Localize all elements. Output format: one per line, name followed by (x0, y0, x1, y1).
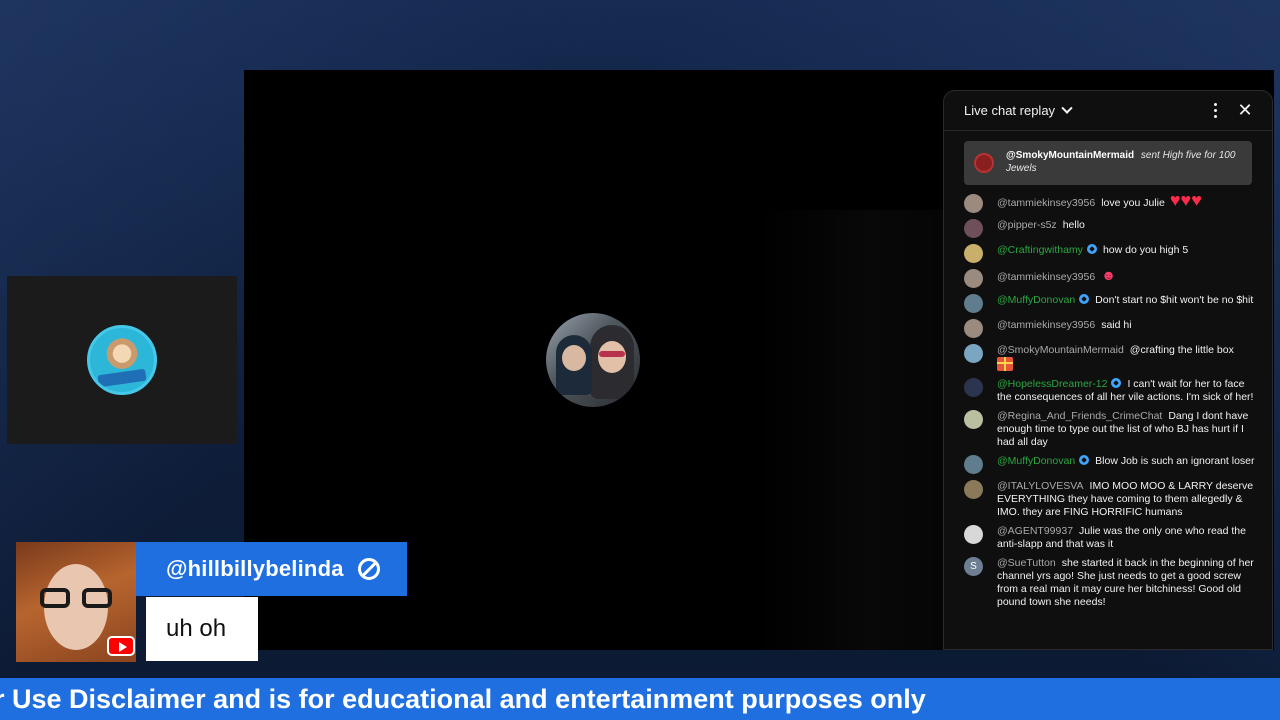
member-badge-icon (1111, 378, 1122, 388)
chat-message-text: said hi (1101, 319, 1132, 331)
chat-message[interactable]: @AGENT99937 Julie was the only one who re… (964, 522, 1260, 554)
chat-message-author[interactable]: @AGENT99937 (997, 525, 1073, 537)
chat-message-avatar[interactable] (964, 378, 983, 397)
chat-message[interactable]: @tammiekinsey3956 love you Julie ♥♥♥ (964, 191, 1260, 216)
chat-message-avatar[interactable] (964, 344, 983, 363)
chat-message-text: Blow Job is such an ignorant loser (1095, 455, 1255, 467)
chat-message-text: @crafting the little box (1129, 344, 1234, 356)
chat-message[interactable]: @MuffyDonovan Blow Job is such an ignoran… (964, 452, 1260, 477)
chat-message-avatar[interactable] (964, 410, 983, 429)
chat-message-avatar[interactable]: S (964, 557, 983, 576)
chat-message-author[interactable]: @SueTutton (997, 557, 1056, 569)
chat-message[interactable]: @MuffyDonovan Don't start no $hit won't b… (964, 291, 1260, 316)
ticker-text: r Use Disclaimer and is for educational … (0, 683, 926, 714)
chat-message-avatar[interactable] (964, 525, 983, 544)
paid-message-user[interactable]: @SmokyMountainMermaid (1006, 150, 1134, 161)
chat-message-author[interactable]: @MuffyDonovan (997, 294, 1075, 306)
chat-header: Live chat replay ✕ (944, 91, 1272, 131)
live-chat-panel: Live chat replay ✕ @SmokyMountainMermaid… (943, 90, 1273, 650)
chat-message-avatar[interactable] (964, 194, 983, 213)
chat-message-avatar[interactable] (964, 294, 983, 313)
chat-message-author[interactable]: @SmokyMountainMermaid (997, 344, 1124, 356)
member-badge-icon (1079, 455, 1090, 465)
chat-message-avatar[interactable] (964, 480, 983, 499)
chevron-down-icon (1061, 102, 1073, 114)
chat-message-avatar[interactable] (964, 319, 983, 338)
chat-message-author[interactable]: @tammiekinsey3956 (997, 197, 1095, 209)
chat-message-avatar[interactable] (964, 244, 983, 263)
chat-message-text: how do you high 5 (1102, 244, 1189, 256)
member-badge-icon (1086, 244, 1097, 254)
chat-message-avatar[interactable] (964, 269, 983, 288)
chat-message-author[interactable]: @tammiekinsey3956 (997, 271, 1095, 283)
chat-message-author[interactable]: @Regina_And_Friends_CrimeChat (997, 410, 1162, 422)
chat-message[interactable]: @SmokyMountainMermaid @crafting the littl… (964, 341, 1260, 375)
chat-message[interactable]: @Regina_And_Friends_CrimeChat Dang I dont… (964, 407, 1260, 452)
ban-icon (357, 558, 380, 580)
chat-message-list[interactable]: @tammiekinsey3956 love you Julie ♥♥♥ @pipp… (944, 191, 1272, 612)
gift-emoji-icon (997, 357, 1013, 371)
chat-more-button[interactable] (1200, 96, 1230, 126)
stage-glow (756, 210, 946, 650)
chat-message-text: love you Julie (1101, 197, 1165, 209)
chat-message-avatar[interactable] (964, 219, 983, 238)
member-badge-icon (1079, 294, 1090, 304)
close-icon: ✕ (1237, 100, 1253, 120)
chat-message-author[interactable]: @pipper-s5z (997, 219, 1057, 231)
lower-third-handle: @hillbillybelinda (136, 542, 407, 596)
chat-title-dropdown[interactable]: Live chat replay (964, 102, 1073, 118)
face-emoji-icon: ☻ (1101, 267, 1116, 283)
youtube-icon (107, 636, 135, 656)
chat-message[interactable]: @tammiekinsey3956 said hi (964, 316, 1260, 341)
chat-message[interactable]: @ITALYLOVESVA IMO MOO MOO & LARRY deserve… (964, 477, 1260, 522)
chat-message[interactable]: @HopelessDreamer-12 I can't wait for her … (964, 375, 1260, 407)
chat-message[interactable]: S @SueTutton she started it back in the be… (964, 554, 1260, 612)
paid-message-avatar (974, 153, 994, 173)
chat-message-text: hello (1062, 219, 1085, 231)
commenter-handle: @hillbillybelinda (166, 556, 344, 581)
chat-message-author[interactable]: @ITALYLOVESVA (997, 480, 1084, 492)
paid-message[interactable]: @SmokyMountainMermaid sent High five for… (964, 141, 1252, 185)
heart-emoji-icon: ♥♥♥ (1164, 190, 1202, 210)
chat-close-button[interactable]: ✕ (1230, 96, 1260, 126)
chat-message[interactable]: @pipper-s5z hello (964, 216, 1260, 241)
chat-title-label: Live chat replay (964, 103, 1056, 118)
chat-message-author[interactable]: @MuffyDonovan (997, 455, 1075, 467)
chat-message-avatar[interactable] (964, 455, 983, 474)
center-guest-avatar (546, 313, 640, 407)
chat-message[interactable]: @tammiekinsey3956 ☻ (964, 266, 1260, 291)
chat-message-author[interactable]: @Craftingwithamy (997, 244, 1083, 256)
chat-message-author[interactable]: @HopelessDreamer-12 (997, 378, 1107, 390)
disclaimer-ticker: r Use Disclaimer and is for educational … (0, 678, 1280, 720)
commenter-message: uh oh (166, 615, 227, 642)
chat-message[interactable]: @Craftingwithamy how do you high 5 (964, 241, 1260, 266)
more-vertical-icon (1213, 103, 1217, 118)
chat-message-text: Don't start no $hit won't be no $hit (1095, 294, 1254, 306)
chat-message-author[interactable]: @tammiekinsey3956 (997, 319, 1095, 331)
side-channel-avatar (87, 325, 157, 395)
lower-third-message: uh oh (146, 597, 258, 661)
